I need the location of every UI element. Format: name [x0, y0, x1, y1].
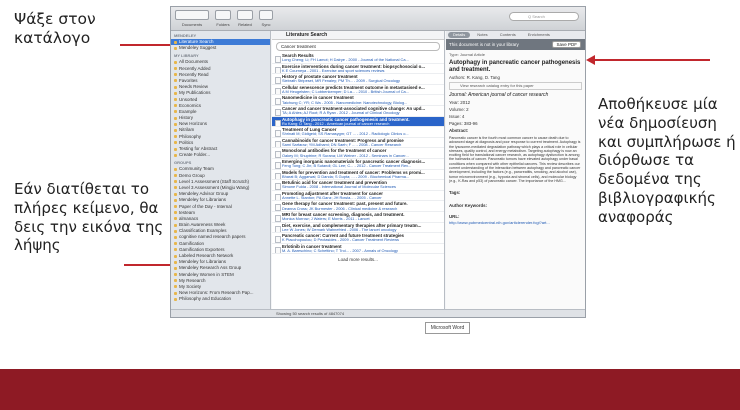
save-pdf-button[interactable]: Save PDF [552, 41, 581, 48]
abstract-text: Pancreatic cancer is the fourth most com… [449, 136, 581, 183]
table-row[interactable]: Exercise interventions during cancer tre… [272, 64, 444, 75]
row-authors: Oakey M; Shuptrine; R Surana; LM Weiner … [282, 153, 409, 158]
table-row[interactable]: Models for prevention and treatment of c… [272, 170, 444, 181]
notice-text: This document is not in your library [449, 42, 519, 47]
tab-contents[interactable]: Contents [495, 32, 521, 38]
sidebar: MENDELEY Literature Search Mendeley Sugg… [171, 31, 271, 309]
row-authors: Monica Morrow; J Waters; E Morris - 2011… [282, 217, 370, 222]
row-authors: Simone Fulda - 2008 - International Jour… [282, 185, 396, 190]
tab-details[interactable]: Details [448, 32, 471, 38]
documents-button[interactable] [175, 10, 209, 20]
tags-label[interactable]: Tags: [449, 189, 582, 196]
list-title: Literature Search [272, 31, 444, 40]
table-row[interactable]: Cancer and cancer treatment-associated c… [272, 106, 444, 117]
table-row[interactable]: Pancreatic cancer: Current and future tr… [272, 233, 444, 244]
document-type[interactable]: Type: Journal Article [449, 52, 582, 58]
row-authors: Taichung C; YR; C Wa - 2005 - Nanomedici… [282, 100, 408, 105]
table-row[interactable]: Betulinic acid for cancer treatment and … [272, 180, 444, 191]
annotation-search-catalog: Ψάξε στον κατάλογο [14, 10, 96, 48]
sidebar-item-group[interactable]: Philosophy and Education [171, 296, 270, 302]
arrowhead-save [586, 55, 595, 65]
toolbar-label-folders: Folders [216, 22, 230, 27]
row-authors: K Ptacchopoulou; D Pectasides - 2009 - C… [282, 238, 399, 243]
catalog-entry-link[interactable]: View research catalog entry for this pap… [449, 82, 582, 90]
document-issue: Issue: 4 [449, 114, 465, 119]
table-row[interactable]: MRI for breast cancer screening, diagnos… [272, 212, 444, 223]
document-title: Autophagy in pancreatic cancer pathogene… [449, 60, 581, 73]
url-label: URL: [449, 214, 460, 220]
row-authors: Sami Sarfaraz; YM Adhami; DN Saeh; F ...… [282, 142, 402, 147]
table-row[interactable]: History of prostate cancer treatment Sieb… [272, 74, 444, 85]
author-keywords-label[interactable]: Author Keywords: [449, 202, 582, 209]
tooltip: Microsoft Word [425, 322, 470, 334]
row-authors: Ru Kang; D Tang - 2012 - American journa… [282, 121, 390, 126]
table-row[interactable]: Cellular senescence predicts treatment o… [272, 85, 444, 96]
annotation-save-publication: Αποθήκευσε μία νέα δημοσίευση και συμπλή… [598, 95, 736, 226]
mendeley-window: Documents Folders Related Sync Q Search … [170, 6, 586, 318]
load-more-link[interactable]: Load more results... [272, 254, 444, 262]
toolbar-label-documents: Documents [181, 22, 203, 27]
literature-search-input[interactable]: Cancer treatment [276, 42, 440, 51]
document-volume: Volume: 2 [449, 107, 469, 112]
tab-notes[interactable]: Notes [472, 32, 492, 38]
table-row[interactable]: Erlotinib in cancer treatment M. A. Bares… [272, 244, 444, 255]
arrow-save [595, 59, 710, 61]
detail-tabs: Details Notes Contents Enrichments [446, 31, 585, 39]
row-authors: Bharat B; Aggarwal; D Danda; S Gupta; ..… [282, 174, 410, 179]
row-authors: Long Cheng; Li; FH Lamot; H Dalrye - 200… [282, 58, 409, 63]
table-row[interactable]: Nanomedicine in cancer treatment Taichung… [272, 95, 444, 106]
table-row[interactable]: Emerging inorganic nanomaterials for pan… [272, 159, 444, 170]
table-row[interactable]: Gene therapy for cancer treatment: past,… [272, 201, 444, 212]
toolbar-label-sync: Sync [261, 22, 271, 27]
table-row[interactable]: Monoclonal antibodies for the treatment … [272, 148, 444, 159]
row-authors: Feng Tong; C Jin; B Sutandi; GL Lee; C..… [282, 164, 412, 169]
row-authors: Siebrath Stripeset, MR Fenaley; PM Th...… [282, 79, 400, 84]
document-url[interactable]: http://www.pubmedcentral.nih.gov/article… [449, 220, 582, 226]
table-row[interactable]: Cannabinoids for cancer treatment: Progr… [272, 138, 444, 149]
row-authors: Lee W Jones; W Demark Wahnefried - 2006 … [282, 227, 397, 232]
status-bar: Showing 50 search results of 4847074 [171, 309, 585, 317]
detail-panel: Details Notes Contents Enrichments This … [446, 31, 585, 309]
sidebar-heading-groups: GROUPS [174, 160, 192, 166]
sidebar-item-mendeley-suggest[interactable]: Mendeley Suggest [171, 45, 270, 51]
document-journal: Journal: American journal of cancer rese… [449, 92, 549, 98]
global-search-input[interactable]: Q Search [509, 12, 579, 21]
row-authors: Annette L. Stanton; PA Ganz; JH Rowla...… [282, 195, 382, 200]
document-pages: Pages: 383-96 [449, 121, 478, 126]
table-row[interactable]: Autophagy in pancreatic cancer pathogene… [272, 116, 444, 128]
row-authors: M. A. Bareschino; C Schettino; T Troi...… [282, 248, 398, 253]
row-authors: TA; A Ahles; AJ Root; R A Ryan - 2012 - … [282, 111, 400, 116]
sidebar-heading-mendeley: MENDELEY [174, 33, 197, 38]
tab-enrichments[interactable]: Enrichments [523, 32, 555, 38]
document-authors: Authors: R. Kang, D. Tang [449, 75, 500, 80]
annotation-full-text: Εάν διατίθεται το πλήρες κείμενο, θα δει… [14, 180, 164, 255]
sidebar-heading-library: MY LIBRARY [174, 53, 199, 59]
related-button[interactable] [237, 10, 253, 20]
sidebar-item-library[interactable]: Create Folder... [171, 152, 270, 158]
folders-button[interactable] [215, 10, 231, 20]
row-authors: Shrinati M; Gidigeid; SS Ramasygm; GT ..… [282, 132, 409, 137]
not-in-library-notice: This document is not in your library Sav… [446, 39, 585, 50]
document-year: Year: 2012 [449, 100, 471, 105]
table-row[interactable]: Search Results Long Cheng; Li; FH Lamot; … [272, 53, 444, 64]
slide: Ψάξε στον κατάλογο Εάν διατίθεται το πλή… [0, 0, 740, 410]
table-row[interactable]: Treatment of Lung Cancer Shrinati M; Gidi… [272, 127, 444, 138]
row-authors: Deanna Cross; JK Burmester - 2006 - Clin… [282, 206, 398, 211]
table-row[interactable]: Diet, exercise, and complementary therap… [272, 223, 444, 234]
table-row[interactable]: Promoting adjustment after treatment for… [272, 191, 444, 202]
row-authors: A M Heugelsten; C Lobbenkemper; D La... … [282, 89, 409, 94]
row-authors: K E Courneya - 2001 - Exercise and sport… [282, 68, 385, 73]
toolbar-label-related: Related [238, 22, 252, 27]
abstract-heading: Abstract: [449, 128, 469, 133]
results-list: Literature Search Cancer treatment Searc… [272, 31, 445, 309]
sync-button[interactable] [259, 10, 273, 20]
footer-band [0, 369, 740, 410]
toolbar: Documents Folders Related Sync Q Search [171, 7, 585, 31]
